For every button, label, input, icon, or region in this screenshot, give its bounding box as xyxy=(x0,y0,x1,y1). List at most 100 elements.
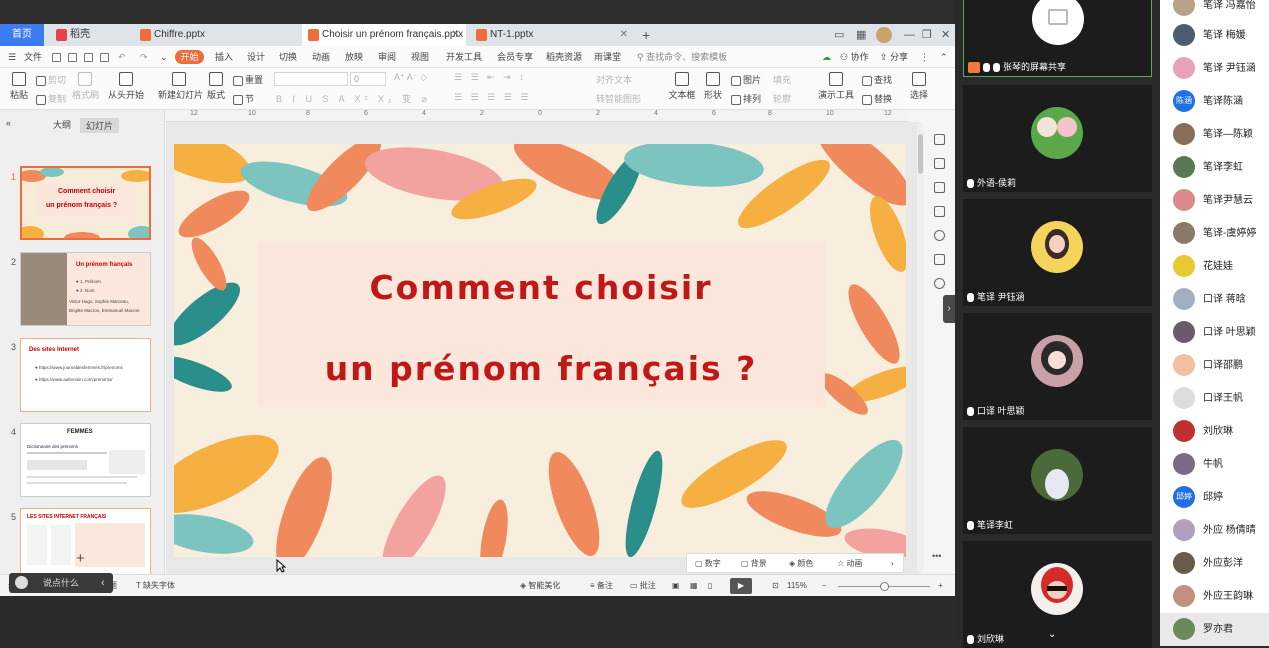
chat-overlay[interactable]: 说点什么 ‹ xyxy=(9,573,113,593)
participant-row[interactable]: 花娃娃 xyxy=(1160,250,1269,283)
paste-button[interactable]: 粘贴 xyxy=(8,72,30,101)
menu-home-start[interactable]: 开始 xyxy=(175,50,204,64)
slide-thumbnail-2[interactable]: Un prénom français ● 1. Prénom ● 2. Nom … xyxy=(20,252,151,326)
menu-slideshow[interactable]: 放映 xyxy=(345,46,363,68)
textbox-button[interactable]: 文本框 xyxy=(668,72,696,101)
menu-file[interactable]: 文件 xyxy=(24,46,42,68)
participant-row[interactable]: 笔译尹慧云 xyxy=(1160,184,1269,217)
video-tile[interactable]: 口译 叶思颖 xyxy=(963,313,1152,420)
emoji-icon[interactable] xyxy=(15,576,28,589)
picture-button[interactable]: 图片 xyxy=(731,73,761,86)
share-button[interactable]: ⇪ 分享 xyxy=(880,46,908,68)
undo-icon[interactable]: ↶ xyxy=(118,46,126,68)
zoom-out-button[interactable]: − xyxy=(822,575,827,597)
video-tile[interactable]: 刘欣琳 ⌄ xyxy=(963,541,1152,648)
shape-button[interactable]: 形状 xyxy=(702,72,724,101)
scroll-thumb[interactable] xyxy=(918,134,923,174)
hamburger-icon[interactable]: ☰ xyxy=(8,46,16,68)
notes-button[interactable]: ≡ 备注 xyxy=(590,575,613,597)
select-button[interactable]: 选择 xyxy=(908,72,930,101)
comments-button[interactable]: ▭ 批注 xyxy=(630,575,656,597)
menu-view[interactable]: 视图 xyxy=(411,46,429,68)
zoom-in-button[interactable]: + xyxy=(938,575,943,597)
align-text-button[interactable]: 对齐文本 xyxy=(596,73,632,86)
window-close-icon[interactable]: ✕ xyxy=(941,24,950,46)
collapse-ribbon-icon[interactable]: ⌃ xyxy=(940,46,948,68)
font-grow-icon[interactable]: A⁺ A⁻ ◇ xyxy=(394,72,427,83)
tab-slides[interactable]: 幻灯片 xyxy=(80,118,120,133)
menu-member[interactable]: 会员专享 xyxy=(497,46,533,68)
list-buttons[interactable]: ☰ ☰ ⇤ ⇥ ↕ xyxy=(454,72,527,83)
participant-row[interactable]: 牛帆 xyxy=(1160,448,1269,481)
collapse-panel-icon[interactable]: « xyxy=(6,118,11,128)
convert-smartart-button[interactable]: 转智能图形 xyxy=(596,92,641,105)
font-name-input[interactable] xyxy=(274,72,348,86)
grid-icon[interactable]: ▦ xyxy=(856,24,866,46)
star-icon[interactable] xyxy=(934,182,945,193)
print-icon[interactable] xyxy=(84,46,95,68)
normal-view-icon[interactable]: ▣ xyxy=(672,575,680,597)
participant-row[interactable]: 笔译 尹钰涵 xyxy=(1160,52,1269,85)
animation-button[interactable]: ☆ 动画 xyxy=(837,554,862,574)
settings-icon[interactable] xyxy=(934,158,945,169)
title-box[interactable]: Comment choisir un prénom français ? xyxy=(257,242,825,407)
participant-row[interactable]: 笔译-虞婷婷 xyxy=(1160,217,1269,250)
slide-thumbnail-3[interactable]: Des sites Internet ● https://www.journal… xyxy=(20,338,151,412)
reset-button[interactable]: 重置 xyxy=(233,73,263,86)
smart-beautify-button[interactable]: ◈ 智能美化 xyxy=(520,575,560,597)
video-tile[interactable]: 张琴的屏幕共享 xyxy=(963,0,1152,77)
fill-button[interactable]: 填充 xyxy=(773,73,791,86)
outline-button[interactable]: 轮廓 xyxy=(773,92,791,105)
close-icon[interactable]: ✕ xyxy=(452,24,460,46)
more-icon[interactable]: ⌄ xyxy=(160,46,168,68)
color-button[interactable]: ◈ 颜色 xyxy=(789,554,813,574)
collapse-video-panel-button[interactable]: › xyxy=(943,295,955,323)
participant-row[interactable]: 外应彭洋 xyxy=(1160,547,1269,580)
participant-row[interactable]: 笔译 梅媛 xyxy=(1160,19,1269,52)
menu-rain-classroom[interactable]: 雨课堂 xyxy=(594,46,621,68)
menu-animation[interactable]: 动画 xyxy=(312,46,330,68)
participant-row[interactable]: 口译 叶思颖 xyxy=(1160,316,1269,349)
participant-row[interactable]: 口译王帆 xyxy=(1160,382,1269,415)
kebab-icon[interactable]: ⋮ xyxy=(920,46,929,68)
sorter-view-icon[interactable]: ▦ xyxy=(690,575,698,597)
number-button[interactable]: ▢ 数字 xyxy=(695,554,721,574)
align-buttons[interactable]: ☰ ☰ ☰ ☰ ☰ xyxy=(454,92,531,103)
participant-row[interactable]: 陈涵 笔译陈涵 xyxy=(1160,85,1269,118)
zoom-slider-thumb[interactable] xyxy=(880,582,889,591)
add-slide-button[interactable]: + xyxy=(76,550,85,567)
tab-chiffre[interactable]: Chiffre.pptx xyxy=(134,24,298,46)
play-slideshow-button[interactable]: ▶ xyxy=(730,578,752,594)
add-tab-button[interactable]: + xyxy=(642,24,650,46)
slide-canvas[interactable]: Comment choisir un prénom français ? xyxy=(174,144,906,557)
pin-icon[interactable] xyxy=(934,134,945,145)
restore-icon[interactable]: ❐ xyxy=(922,24,932,46)
slide-title-line1[interactable]: Comment choisir xyxy=(257,268,825,307)
command-search[interactable]: ⚲ 查找命令、搜索模板 xyxy=(637,46,727,68)
font-style-buttons[interactable]: B I U S A X² X₂ 变 ⌀ xyxy=(276,92,431,105)
slide-title-line2[interactable]: un prénom français ? xyxy=(257,349,825,388)
image-icon[interactable] xyxy=(934,254,945,265)
collab-button[interactable]: ⚇ 协作 xyxy=(840,46,869,68)
reading-view-icon[interactable]: ▯ xyxy=(708,575,712,597)
cut-button[interactable]: 剪切 xyxy=(36,73,66,86)
chevron-left-icon[interactable]: ‹ xyxy=(101,573,105,593)
menu-transition[interactable]: 切换 xyxy=(279,46,297,68)
participant-row[interactable]: 口译邵鹏 xyxy=(1160,349,1269,382)
chevron-right-icon[interactable]: › xyxy=(891,554,894,574)
tab-choisir[interactable]: Choisir un prénom français.pptx ✕ xyxy=(302,24,466,46)
chevron-down-icon[interactable]: ⌄ xyxy=(1048,629,1056,640)
arrange-button[interactable]: 排列 xyxy=(731,92,761,105)
tab-nt1[interactable]: NT-1.pptx ✕ xyxy=(470,24,634,46)
preview-icon[interactable] xyxy=(100,46,111,68)
participant-row[interactable]: 刘欣琳 xyxy=(1160,415,1269,448)
participant-row[interactable]: 笔译—陈颖 xyxy=(1160,118,1269,151)
background-button[interactable]: ▢ 背景 xyxy=(741,554,767,574)
menu-review[interactable]: 审阅 xyxy=(378,46,396,68)
copy-button[interactable]: 复制 xyxy=(36,92,66,105)
video-tile[interactable]: 笔译 尹钰涵 xyxy=(963,199,1152,306)
participant-row[interactable]: 外应 杨倩晴 xyxy=(1160,514,1269,547)
more-horizontal-icon[interactable]: ••• xyxy=(932,551,941,561)
format-painter-button[interactable]: 格式刷 xyxy=(72,72,99,101)
user-avatar[interactable] xyxy=(876,27,892,43)
